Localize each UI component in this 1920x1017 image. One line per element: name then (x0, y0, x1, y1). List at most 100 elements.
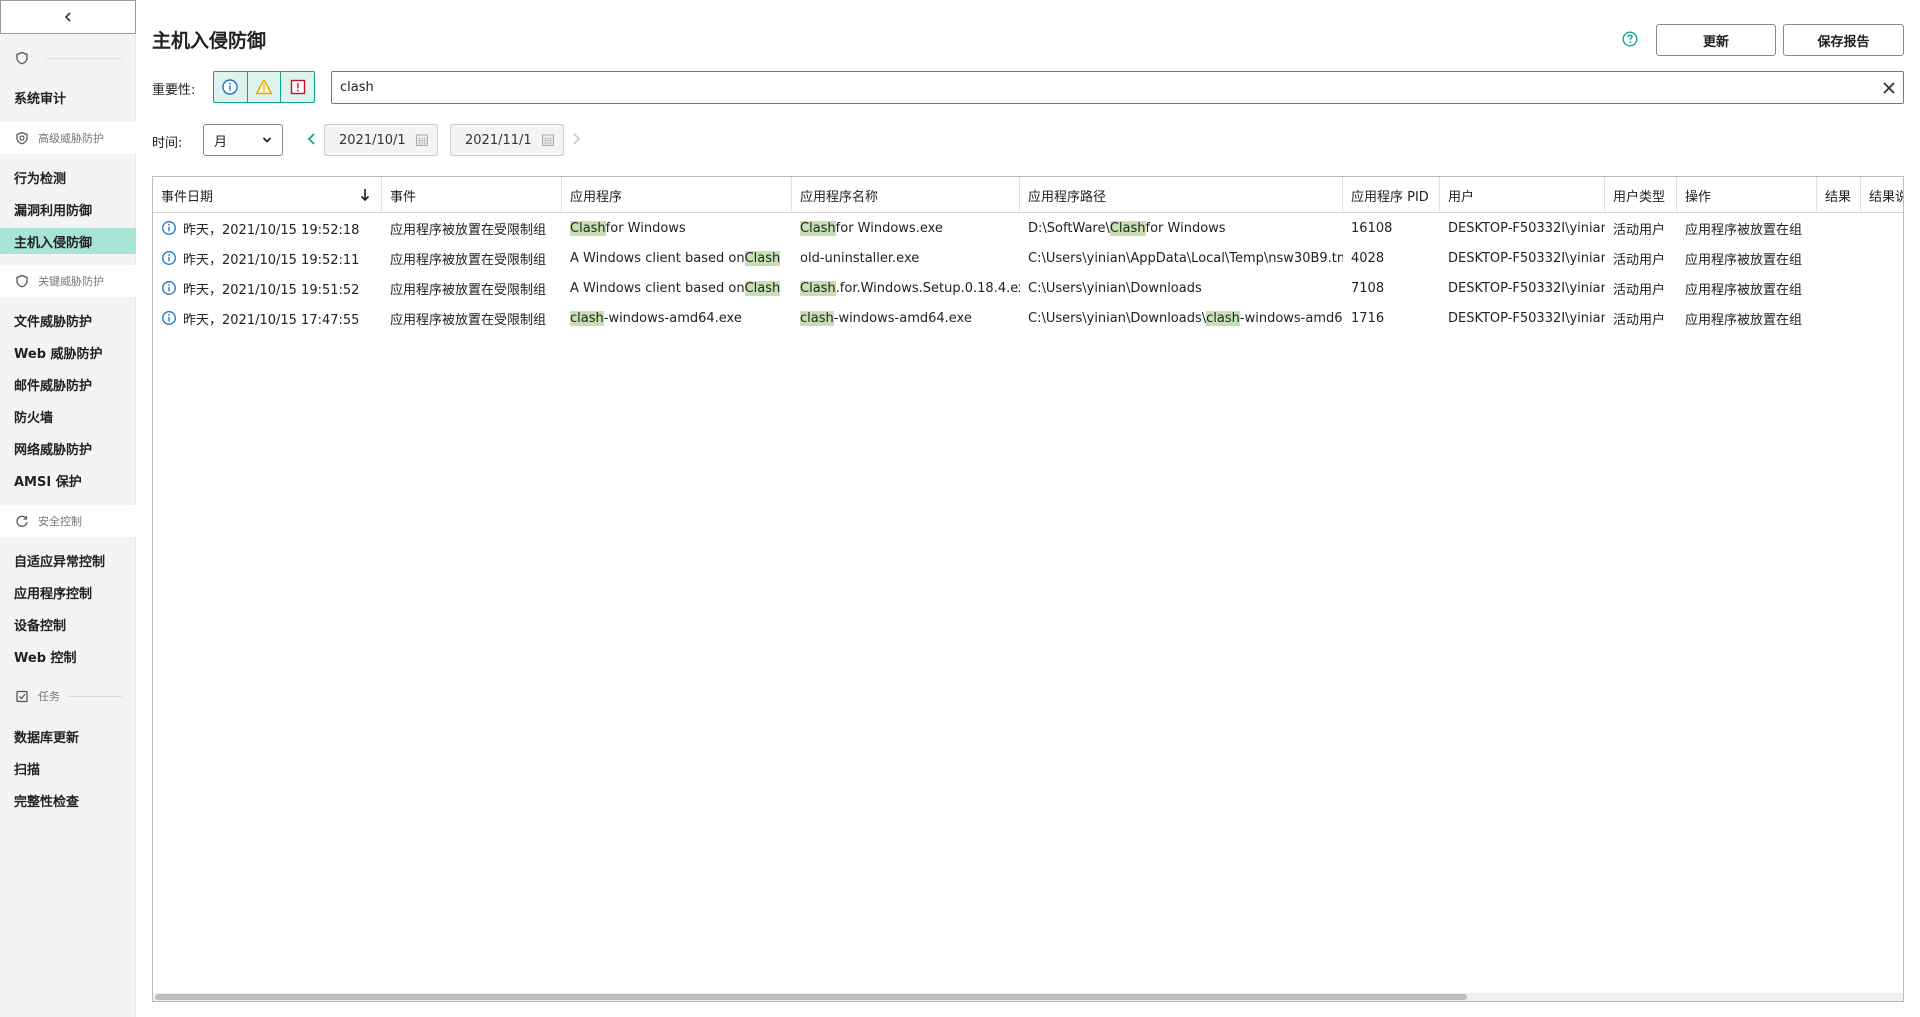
severity-critical-toggle[interactable] (281, 72, 314, 102)
time-label: 时间: (152, 136, 183, 151)
sidebar-section-essential-threat: 关键威胁防护 (0, 265, 136, 297)
column-header-application-path[interactable]: 应用程序路径 (1020, 177, 1343, 213)
close-icon (1883, 81, 1895, 94)
sidebar-item-integrity-check[interactable]: 完整性检查 (0, 787, 136, 813)
sidebar-item-application-control[interactable]: 应用程序控制 (0, 579, 136, 605)
cell-text: old-uninstaller.exe (800, 250, 920, 266)
date-to-field[interactable]: 2021/11/1 (450, 124, 564, 156)
info-icon (162, 281, 176, 295)
previous-period-icon[interactable] (304, 131, 320, 147)
column-header-application-name[interactable]: 应用程序名称 (792, 177, 1020, 213)
cell-text: -windows-amd64.exe (603, 310, 742, 326)
sidebar-item-behavior-detection[interactable]: 行为检测 (0, 164, 136, 190)
refresh-shield-icon (14, 513, 30, 529)
column-header-result[interactable]: 结果 (1817, 177, 1861, 213)
sidebar-collapse-button[interactable] (0, 0, 136, 34)
search-input[interactable] (340, 80, 1875, 95)
cell-action: 应用程序被放置在组 (1677, 213, 1817, 243)
table-row[interactable]: 昨天，2021/10/15 19:52:11 应用程序被放置在受限制组 A Wind… (153, 243, 1903, 273)
sidebar-item-web-threat[interactable]: Web 威胁防护 (0, 339, 136, 365)
sidebar-item-database-update[interactable]: 数据库更新 (0, 723, 136, 749)
cell-application: Clash for Windows (562, 213, 792, 243)
search-match-highlight: Clash (570, 220, 606, 236)
cell-text: A Windows client based on (570, 250, 745, 266)
cell-event-date: 昨天，2021/10/15 19:52:18 (153, 213, 382, 243)
table-row[interactable]: 昨天，2021/10/15 19:51:52 应用程序被放置在受限制组 A Wind… (153, 273, 1903, 303)
sidebar-item-label: 防火墙 (14, 410, 54, 426)
cell-application: A Windows client based on Clash (562, 243, 792, 273)
sidebar-item-adaptive-anomaly[interactable]: 自适应异常控制 (0, 547, 136, 573)
cell-user: DESKTOP-F50332I\yinian (1440, 273, 1605, 303)
sidebar-section-top (0, 42, 136, 74)
next-period-icon[interactable] (568, 131, 584, 147)
calendar-icon (416, 134, 428, 146)
search-match-highlight: Clash (1109, 220, 1146, 236)
column-header-action[interactable]: 操作 (1677, 177, 1817, 213)
sidebar-item-file-threat[interactable]: 文件威胁防护 (0, 307, 136, 333)
cell-text: 昨天，2021/10/15 19:51:52 (183, 282, 360, 298)
clear-search-button[interactable] (1875, 74, 1903, 102)
sidebar-item-scan[interactable]: 扫描 (0, 755, 136, 781)
cell-application-path: C:\Users\yinian\AppData\Local\Temp\nsw30… (1020, 243, 1343, 273)
refresh-button[interactable]: 更新 (1656, 24, 1776, 56)
info-icon (162, 251, 176, 265)
period-select[interactable]: 月 (203, 124, 283, 156)
column-header-application[interactable]: 应用程序 (562, 177, 792, 213)
cell-text: D:\SoftWare\ (1028, 220, 1110, 236)
date-from-field[interactable]: 2021/10/1 (324, 124, 438, 156)
cell-text: -windows-amd64.exe (833, 310, 972, 326)
column-header-result-description[interactable]: 结果说 (1861, 177, 1903, 213)
column-header-event-date[interactable]: 事件日期 (153, 177, 382, 213)
cell-text: 昨天，2021/10/15 19:52:11 (183, 252, 360, 268)
table-row[interactable]: 昨天，2021/10/15 19:52:18 应用程序被放置在受限制组 Clash … (153, 213, 1903, 243)
sidebar-item-exploit-prevention[interactable]: 漏洞利用防御 (0, 196, 136, 222)
sidebar-item-label: 应用程序控制 (14, 586, 93, 602)
column-header-label: 事件 (390, 189, 417, 205)
search-match-highlight: Clash (800, 220, 836, 236)
help-icon[interactable] (1622, 31, 1638, 47)
cell-application-name: Clash for Windows.exe (792, 213, 1020, 243)
sidebar-item-mail-threat[interactable]: 邮件威胁防护 (0, 371, 136, 397)
severity-label: 重要性: (152, 83, 196, 98)
column-header-user[interactable]: 用户 (1440, 177, 1605, 213)
sidebar-item-host-intrusion-prevention[interactable]: 主机入侵防御 (0, 228, 136, 254)
cell-application-name: Clash .for.Windows.Setup.0.18.4.exe (792, 273, 1020, 303)
severity-warning-toggle[interactable] (248, 72, 282, 102)
cell-text: DESKTOP-F50332I\yinian (1448, 280, 1605, 296)
column-header-label: 用户 (1448, 189, 1475, 205)
events-table: 事件日期 事件 应用程序 应用程序名称 应用程序路径 应用程序 PID 用户 用… (152, 176, 1904, 1002)
sidebar-item-network-threat[interactable]: 网络威胁防护 (0, 435, 136, 461)
column-header-application-pid[interactable]: 应用程序 PID (1343, 177, 1440, 213)
sidebar-item-device-control[interactable]: 设备控制 (0, 611, 136, 637)
shield-gear-icon (14, 130, 30, 146)
cell-text: 活动用户 (1613, 252, 1666, 268)
cell-text: 应用程序被放置在组 (1685, 312, 1803, 328)
sidebar-item-firewall[interactable]: 防火墙 (0, 403, 136, 429)
column-header-user-type[interactable]: 用户类型 (1605, 177, 1677, 213)
sidebar-item-label: 完整性检查 (14, 794, 80, 810)
sidebar-item-amsi[interactable]: AMSI 保护 (0, 467, 136, 493)
scrollbar-thumb[interactable] (155, 994, 1467, 1000)
chevron-down-icon (262, 137, 272, 143)
sidebar-item-label: 网络威胁防护 (14, 442, 93, 458)
cell-text: for Windows.exe (835, 220, 943, 236)
cell-text: 活动用户 (1613, 222, 1666, 238)
cell-user: DESKTOP-F50332I\yinian (1440, 213, 1605, 243)
date-from-value: 2021/10/1 (339, 132, 406, 148)
sidebar-item-web-control[interactable]: Web 控制 (0, 643, 136, 669)
severity-info-toggle[interactable] (214, 72, 248, 102)
cell-text: 活动用户 (1613, 312, 1666, 328)
save-report-button[interactable]: 保存报告 (1783, 24, 1904, 56)
cell-text: 昨天，2021/10/15 19:52:18 (183, 222, 360, 238)
horizontal-scrollbar[interactable] (153, 993, 1903, 1001)
table-row[interactable]: 昨天，2021/10/15 17:47:55 应用程序被放置在受限制组 clash -… (153, 303, 1903, 333)
cell-application-pid: 4028 (1343, 243, 1440, 273)
cell-action: 应用程序被放置在组 (1677, 243, 1817, 273)
cell-text: DESKTOP-F50332I\yinian (1448, 220, 1605, 236)
column-header-event[interactable]: 事件 (382, 177, 562, 213)
cell-application: A Windows client based on Clash (562, 273, 792, 303)
cell-text: 活动用户 (1613, 282, 1666, 298)
warning-icon (255, 79, 273, 95)
date-to-value: 2021/11/1 (465, 132, 532, 148)
sidebar-item-system-audit[interactable]: 系统审计 (0, 84, 136, 110)
